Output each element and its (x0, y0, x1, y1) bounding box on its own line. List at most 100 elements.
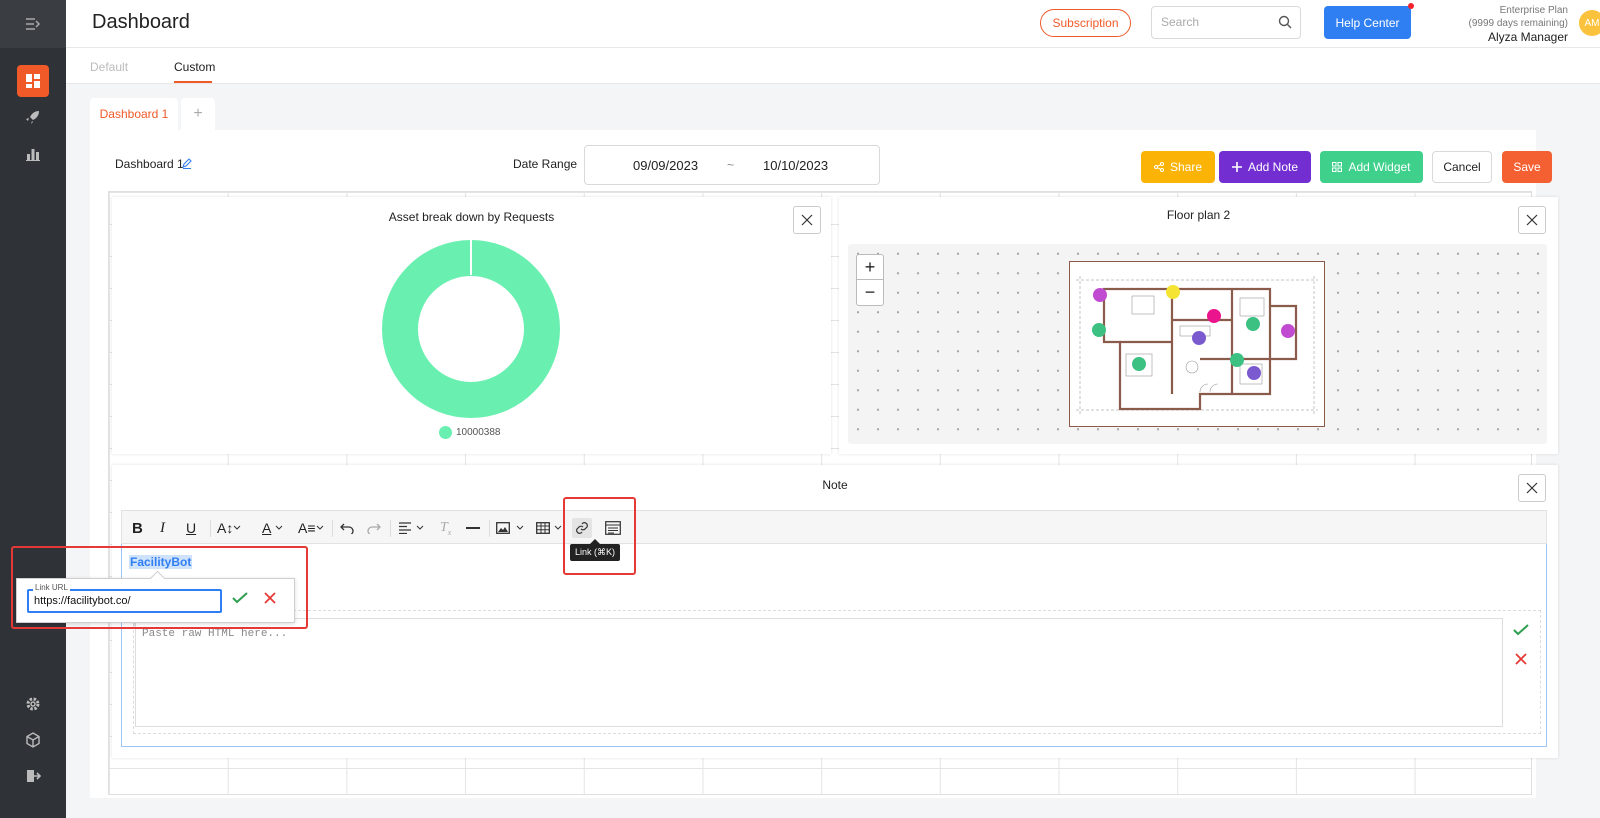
cube-icon (26, 732, 40, 748)
font-size-icon: A↕ (217, 520, 234, 536)
dashboard-name: Dashboard 1 (115, 157, 184, 171)
tab-default[interactable]: Default (90, 60, 128, 74)
map-pin[interactable] (1092, 323, 1106, 337)
edit-name-icon[interactable] (181, 157, 193, 169)
start-date[interactable]: 09/09/2023 (633, 158, 698, 173)
selected-text[interactable]: FacilityBot (129, 555, 193, 569)
toolbar-separator (210, 520, 211, 537)
close-icon (801, 214, 813, 226)
add-note-button[interactable]: Add Note (1219, 151, 1311, 183)
clear-format-button[interactable]: Tx (440, 518, 451, 538)
link-icon (576, 522, 588, 534)
image-dropdown[interactable] (496, 518, 524, 538)
zoom-in-button[interactable]: + (857, 255, 883, 280)
chevron-down-icon (554, 525, 562, 530)
page-title: Dashboard (92, 11, 190, 33)
sidebar-item-logout[interactable] (17, 760, 49, 792)
map-pin[interactable] (1207, 309, 1221, 323)
italic-icon: I (160, 519, 165, 536)
zoom-out-button[interactable]: − (857, 280, 883, 305)
link-url-label: Link URL (33, 583, 70, 592)
add-widget-button[interactable]: Add Widget (1320, 151, 1423, 183)
source-editing-button[interactable] (605, 518, 621, 538)
date-range-picker[interactable]: 09/09/2023 ~ 10/10/2023 (584, 145, 880, 185)
redo-button[interactable] (367, 518, 381, 538)
undo-icon (340, 523, 354, 534)
chart-legend: 10000388 (439, 426, 501, 439)
raw-html-save-icon[interactable] (1513, 624, 1529, 636)
plan-remaining: (9999 days remaining) (1468, 18, 1569, 29)
bold-button[interactable]: B (132, 518, 143, 538)
zoom-control: + − (856, 254, 884, 306)
horizontal-rule-button[interactable] (466, 518, 480, 538)
sidebar-toggle[interactable] (0, 0, 66, 48)
cancel-button[interactable]: Cancel (1432, 151, 1492, 183)
chevron-down-icon (516, 525, 524, 530)
link-button[interactable] (572, 518, 592, 538)
map-pin[interactable] (1281, 324, 1295, 338)
map-pin[interactable] (1093, 288, 1107, 302)
tab-dashboard-1[interactable]: Dashboard 1 (90, 98, 178, 130)
underline-button[interactable]: U (186, 518, 196, 538)
sidebar-item-launch[interactable] (17, 101, 49, 133)
end-date[interactable]: 10/10/2023 (763, 158, 828, 173)
search-box[interactable] (1151, 6, 1301, 39)
subscription-button[interactable]: Subscription (1040, 9, 1131, 37)
link-tooltip: Link (⌘K) (570, 539, 620, 561)
map-pin[interactable] (1192, 331, 1206, 345)
search-input[interactable] (1161, 15, 1271, 29)
legend-label[interactable]: 10000388 (456, 427, 501, 438)
logout-icon (27, 770, 41, 782)
redo-icon (367, 523, 381, 534)
top-header: Dashboard Subscription Help Center Enter… (66, 0, 1600, 48)
sidebar-item-analytics[interactable] (17, 137, 49, 169)
sidebar-item-dashboard[interactable] (17, 65, 49, 97)
confirm-link-icon[interactable] (232, 592, 248, 604)
font-color-dropdown[interactable]: A (262, 518, 283, 538)
donut-slice-10000388[interactable] (382, 240, 560, 418)
sidebar (0, 0, 66, 818)
raw-html-cancel-icon[interactable] (1515, 653, 1527, 665)
cancel-link-icon[interactable] (264, 592, 276, 604)
tab-custom[interactable]: Custom (174, 60, 215, 74)
map-pin[interactable] (1230, 353, 1244, 367)
table-dropdown[interactable] (536, 518, 562, 538)
map-pin[interactable] (1246, 317, 1260, 331)
sidebar-item-assets[interactable] (17, 724, 49, 756)
help-center-button[interactable]: Help Center (1324, 6, 1411, 39)
expand-menu-icon (26, 18, 41, 30)
share-button[interactable]: Share (1141, 151, 1215, 183)
dashboard-icon (26, 74, 40, 88)
align-dropdown[interactable] (398, 518, 424, 538)
image-icon (496, 522, 510, 534)
date-separator: ~ (727, 158, 735, 172)
link-url-input[interactable] (27, 589, 222, 613)
plus-icon (1231, 162, 1242, 172)
raw-html-placeholder: Paste raw HTML here... (142, 628, 288, 640)
horizontal-rule-icon (466, 527, 480, 529)
avatar[interactable]: AM (1579, 10, 1600, 36)
underline-icon: U (186, 520, 197, 536)
text-style-dropdown[interactable]: A≡ (298, 518, 324, 538)
undo-button[interactable] (340, 518, 354, 538)
chevron-down-icon (233, 525, 241, 530)
close-note-button[interactable] (1518, 474, 1546, 502)
user-name[interactable]: Alyza Manager (1406, 30, 1568, 45)
gear-icon (26, 697, 40, 711)
close-asset-widget-button[interactable] (793, 206, 821, 234)
legend-swatch (439, 426, 452, 439)
map-pin[interactable] (1166, 285, 1180, 299)
map-pin[interactable] (1247, 366, 1261, 380)
close-floor-plan-button[interactable] (1518, 206, 1546, 234)
save-button[interactable]: Save (1502, 151, 1552, 183)
close-icon (1526, 482, 1538, 494)
sidebar-item-settings[interactable] (17, 688, 49, 720)
rocket-icon (26, 111, 39, 124)
raw-html-textarea[interactable] (135, 618, 1503, 727)
add-dashboard-tab-button[interactable]: + (181, 98, 215, 130)
search-icon[interactable] (1278, 15, 1292, 29)
active-tab-indicator (174, 81, 212, 83)
italic-button[interactable]: I (160, 518, 165, 538)
map-pin[interactable] (1132, 357, 1146, 371)
font-size-dropdown[interactable]: A↕ (217, 518, 241, 538)
